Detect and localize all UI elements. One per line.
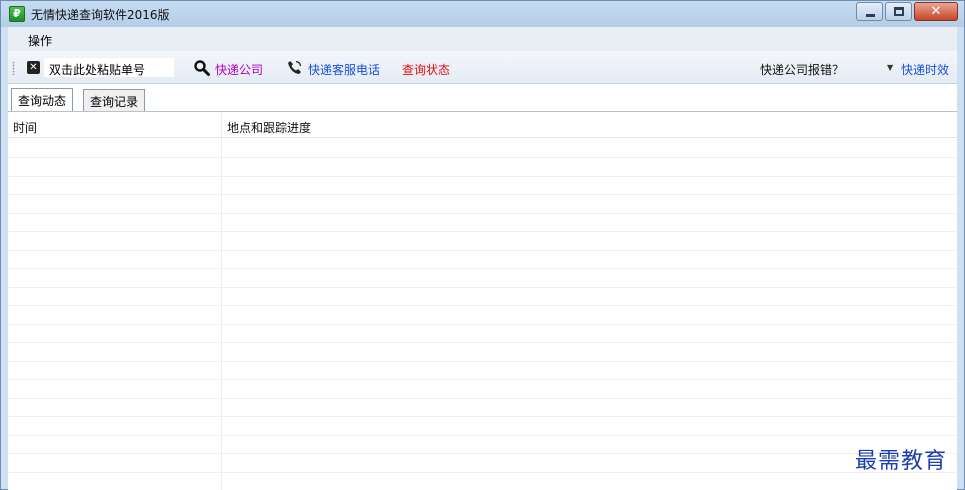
clear-icon[interactable]: ✕	[27, 61, 40, 74]
row-separator	[8, 453, 957, 454]
title-bar[interactable]: ₽ 无情快递查询软件2016版 ✕	[1, 1, 964, 27]
row-separator	[8, 157, 957, 158]
menu-operation[interactable]: 操作	[28, 32, 52, 49]
tracking-number-input[interactable]: 双击此处粘贴单号	[44, 58, 174, 77]
row-separator	[8, 323, 957, 325]
search-icon[interactable]	[193, 59, 211, 77]
row-separator	[8, 231, 957, 232]
close-button[interactable]: ✕	[914, 2, 958, 21]
query-status-link[interactable]: 查询状态	[402, 61, 450, 78]
row-separator	[8, 286, 957, 288]
tracking-table: 时间 地点和跟踪进度 最需教育	[8, 111, 957, 490]
toolbar: ✕ 双击此处粘贴单号 快递公司 快递客服电话 查询状态 快递公司报错？ ▼ 快递…	[8, 51, 957, 84]
watermark: 最需教育	[854, 449, 947, 474]
column-header-time[interactable]: 时间	[13, 119, 37, 136]
express-company-link[interactable]: 快递公司	[215, 61, 263, 78]
row-separator	[8, 305, 957, 306]
chevron-down-icon[interactable]: ▼	[887, 63, 893, 72]
tab-strip: 查询动态 查询记录	[8, 84, 957, 111]
maximize-icon	[894, 7, 904, 16]
maximize-button[interactable]	[885, 2, 912, 21]
tab-query-dynamic[interactable]: 查询动态	[11, 88, 74, 111]
row-separator	[8, 416, 957, 417]
service-phone-link[interactable]: 快递客服电话	[308, 61, 380, 78]
complain-link[interactable]: 快递公司报错？	[760, 61, 844, 78]
app-icon: ₽	[9, 6, 25, 22]
tab-query-history[interactable]: 查询记录	[83, 89, 146, 111]
row-separator	[8, 249, 957, 251]
toolbar-grip-icon[interactable]	[12, 61, 15, 75]
timeliness-dropdown[interactable]: 快递时效	[901, 61, 949, 78]
row-separator	[8, 471, 957, 473]
app-window: ₽ 无情快递查询软件2016版 ✕ 操作 ✕ 双击此处粘贴单号 快递公司 快递客…	[0, 0, 965, 490]
minimize-icon	[866, 14, 875, 17]
minimize-button[interactable]	[856, 2, 883, 21]
row-separator	[8, 434, 957, 436]
window-controls: ✕	[854, 2, 958, 21]
column-header-location-progress[interactable]: 地点和跟踪进度	[227, 119, 311, 136]
table-header: 时间 地点和跟踪进度	[8, 112, 957, 138]
row-separator	[8, 397, 957, 399]
row-separator	[8, 360, 957, 362]
row-separator	[8, 342, 957, 343]
phone-icon[interactable]	[286, 59, 303, 76]
row-separator	[8, 212, 957, 214]
row-separator	[8, 379, 957, 380]
window-title: 无情快递查询软件2016版	[31, 8, 170, 22]
menu-bar: 操作	[8, 27, 957, 51]
row-separator	[8, 268, 957, 269]
row-separator	[8, 175, 957, 177]
column-divider	[221, 112, 222, 490]
row-separator	[8, 194, 957, 195]
close-icon: ✕	[930, 4, 942, 19]
